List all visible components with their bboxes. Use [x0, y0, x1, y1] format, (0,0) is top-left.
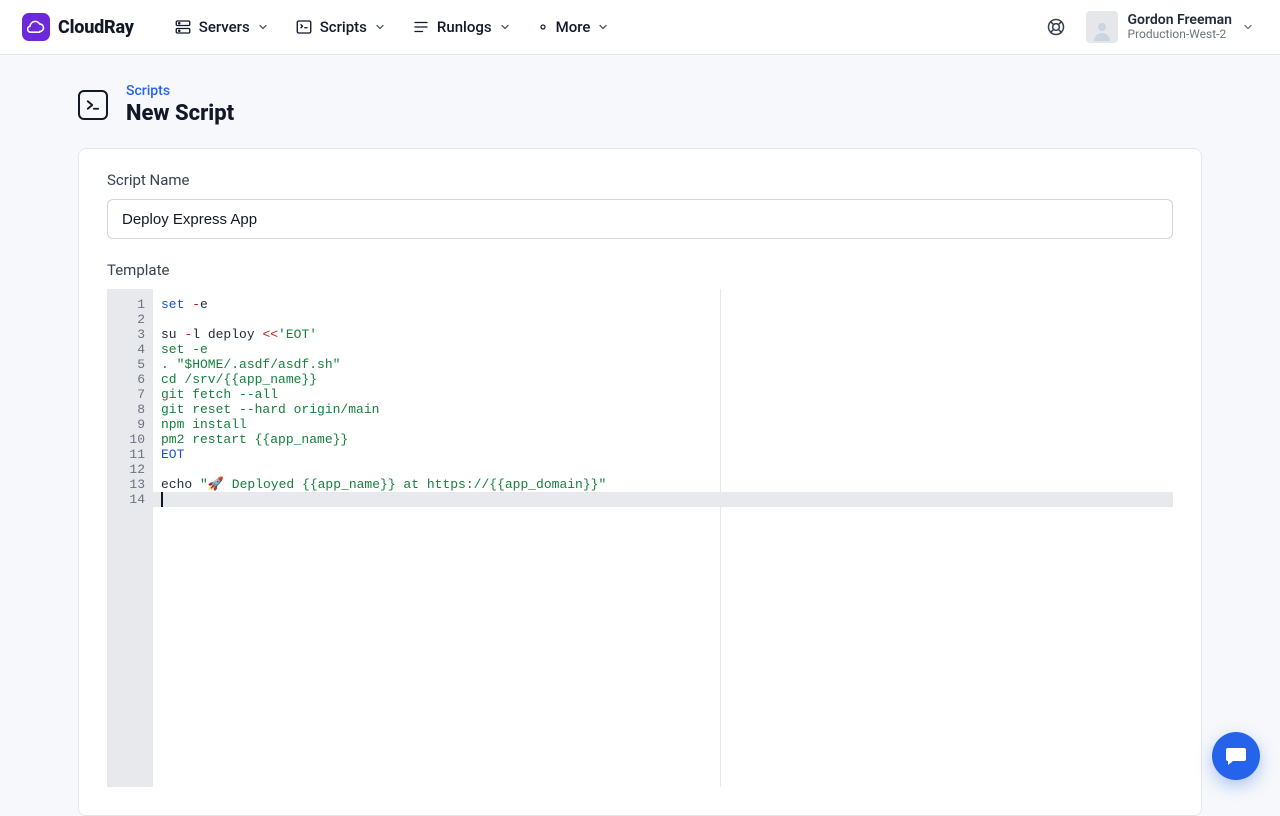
code-line[interactable]: EOT [161, 447, 1173, 462]
user-text: Gordon Freeman Production-West-2 [1128, 12, 1232, 42]
gutter-line-number: 10 [107, 432, 145, 447]
nav-label: Scripts [320, 18, 367, 36]
code-line[interactable]: git reset --hard origin/main [161, 402, 1173, 417]
user-menu[interactable]: Gordon Freeman Production-West-2 [1082, 7, 1258, 47]
code-line[interactable]: npm install [161, 417, 1173, 432]
editor-code-area[interactable]: set -esu -l deploy <<'EOT'set -e. "$HOME… [153, 289, 1173, 787]
code-line[interactable]: git fetch --all [161, 387, 1173, 402]
terminal-icon [78, 90, 108, 120]
nav-item-servers[interactable]: Servers [164, 12, 279, 42]
user-name: Gordon Freeman [1128, 12, 1232, 28]
chevron-down-icon [499, 21, 511, 33]
gutter-line-number: 4 [107, 342, 145, 357]
nav-label: Servers [199, 18, 250, 36]
page-title-block: Scripts New Script [78, 83, 1202, 126]
form-card: Script Name Template 1234567891011121314… [78, 148, 1202, 816]
script-name-input[interactable] [107, 199, 1173, 239]
title-text: Scripts New Script [126, 83, 234, 126]
chat-icon [1224, 744, 1248, 768]
code-editor[interactable]: 1234567891011121314 set -esu -l deploy <… [107, 289, 1173, 787]
script-name-label: Script Name [107, 171, 1173, 189]
code-line[interactable] [161, 462, 1173, 477]
nav-item-scripts[interactable]: Scripts [285, 12, 396, 42]
page-heading: New Script [126, 101, 234, 126]
gutter-line-number: 7 [107, 387, 145, 402]
nav-label: More [556, 18, 591, 36]
nav-items: Servers Scripts Runlogs [164, 12, 620, 42]
code-line[interactable]: echo "🚀 Deployed {{app_name}} at https:/… [161, 477, 1173, 492]
code-line[interactable] [161, 312, 1173, 327]
runlogs-icon [412, 18, 430, 36]
breadcrumb-scripts[interactable]: Scripts [126, 83, 234, 99]
nav-item-more[interactable]: More [527, 12, 620, 42]
gutter-line-number: 6 [107, 372, 145, 387]
editor-cursor [161, 492, 163, 507]
nav-label: Runlogs [437, 18, 492, 36]
code-line[interactable]: set -e [161, 297, 1173, 312]
code-line[interactable]: . "$HOME/.asdf/asdf.sh" [161, 357, 1173, 372]
brand-name: CloudRay [58, 17, 134, 38]
gutter-line-number: 9 [107, 417, 145, 432]
page: Scripts New Script Script Name Template … [0, 55, 1280, 816]
gutter-line-number: 1 [107, 297, 145, 312]
editor-gutter: 1234567891011121314 [107, 289, 153, 787]
avatar [1086, 11, 1118, 43]
code-line[interactable] [161, 492, 1173, 507]
code-line[interactable]: set -e [161, 342, 1173, 357]
chevron-down-icon [257, 21, 269, 33]
navbar: CloudRay Servers Scripts Runlogs [0, 0, 1280, 55]
gutter-line-number: 8 [107, 402, 145, 417]
help-icon[interactable] [1046, 17, 1066, 37]
gutter-line-number: 3 [107, 327, 145, 342]
chat-launcher[interactable] [1212, 732, 1260, 780]
gutter-line-number: 14 [107, 492, 145, 507]
code-line[interactable]: cd /srv/{{app_name}} [161, 372, 1173, 387]
chevron-down-icon [1242, 21, 1254, 33]
gutter-line-number: 2 [107, 312, 145, 327]
brand[interactable]: CloudRay [22, 13, 134, 41]
nav-item-runlogs[interactable]: Runlogs [402, 12, 521, 42]
brand-logo-icon [22, 13, 50, 41]
chevron-down-icon [597, 21, 609, 33]
server-icon [174, 18, 192, 36]
code-line[interactable]: pm2 restart {{app_name}} [161, 432, 1173, 447]
more-icon [537, 21, 549, 33]
chevron-down-icon [374, 21, 386, 33]
scripts-icon [295, 18, 313, 36]
nav-right: Gordon Freeman Production-West-2 [1046, 7, 1258, 47]
gutter-line-number: 5 [107, 357, 145, 372]
template-label: Template [107, 261, 1173, 279]
gutter-line-number: 12 [107, 462, 145, 477]
user-project: Production-West-2 [1128, 28, 1232, 42]
gutter-line-number: 13 [107, 477, 145, 492]
code-line[interactable]: su -l deploy <<'EOT' [161, 327, 1173, 342]
gutter-line-number: 11 [107, 447, 145, 462]
